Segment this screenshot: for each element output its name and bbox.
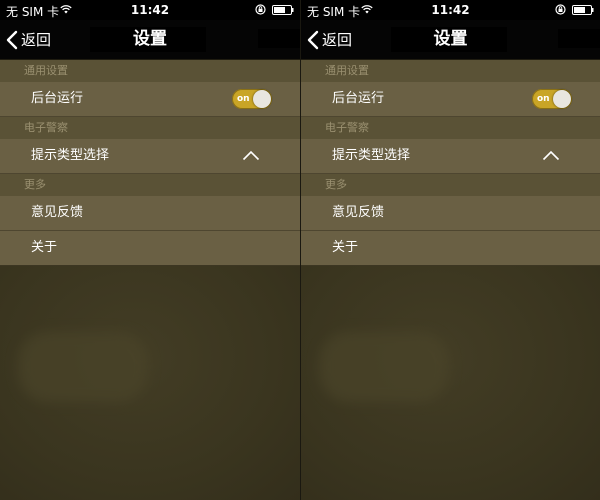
background-run-row: 后台运行 on xyxy=(301,82,600,117)
settings-list: 通用设置 后台运行 on 电子警察 提示类型选择 更多 意见反馈 关于 xyxy=(0,60,300,266)
row-label: 后台运行 xyxy=(31,91,84,106)
about-row[interactable]: 关于 xyxy=(301,231,600,266)
toggle-knob xyxy=(553,90,571,108)
lock-icon xyxy=(555,4,566,15)
section-header-general: 通用设置 xyxy=(301,60,600,82)
page-title: 设置 xyxy=(433,29,468,49)
feedback-row[interactable]: 意见反馈 xyxy=(0,196,300,231)
alert-type-row[interactable]: 提示类型选择 xyxy=(0,139,300,174)
row-label: 意见反馈 xyxy=(31,205,84,220)
phone-screen-right: 无 SIM 卡 11:42 返回 设置 通用设置 后台运行 on 电子警察 提示… xyxy=(300,0,600,500)
section-header-traffic-camera: 电子警察 xyxy=(0,117,300,139)
status-bar: 无 SIM 卡 11:42 xyxy=(0,0,300,20)
about-row[interactable]: 关于 xyxy=(0,231,300,266)
toggle-on-label: on xyxy=(537,94,550,104)
navigation-bar: 返回 设置 xyxy=(0,20,300,60)
section-header-more: 更多 xyxy=(301,174,600,196)
row-label: 关于 xyxy=(31,240,58,255)
phone-screen-left: 无 SIM 卡 11:42 返回 设置 通用设置 后台运行 on 电子警察 提示… xyxy=(0,0,300,500)
toggle-knob xyxy=(253,90,271,108)
status-bar: 无 SIM 卡 11:42 xyxy=(301,0,600,20)
background-run-toggle[interactable]: on xyxy=(232,89,272,109)
section-header-general: 通用设置 xyxy=(0,60,300,82)
row-label: 意见反馈 xyxy=(332,205,385,220)
row-label: 后台运行 xyxy=(332,91,385,106)
alert-type-row[interactable]: 提示类型选择 xyxy=(301,139,600,174)
screenshot-stage: 无 SIM 卡 11:42 返回 设置 通用设置 后台运行 on 电子警察 提示… xyxy=(0,0,600,500)
lock-icon xyxy=(255,4,266,15)
nav-right-placeholder xyxy=(558,29,600,48)
settings-list: 通用设置 后台运行 on 电子警察 提示类型选择 更多 意见反馈 关于 xyxy=(301,60,600,266)
page-title: 设置 xyxy=(133,29,167,49)
chevron-up-icon xyxy=(542,150,560,161)
battery-icon xyxy=(572,5,594,15)
background-run-row: 后台运行 on xyxy=(0,82,300,117)
section-header-more: 更多 xyxy=(0,174,300,196)
background-run-toggle[interactable]: on xyxy=(532,89,572,109)
background-decoration xyxy=(0,262,300,500)
section-header-traffic-camera: 电子警察 xyxy=(301,117,600,139)
feedback-row[interactable]: 意见反馈 xyxy=(301,196,600,231)
background-decoration xyxy=(301,262,600,500)
row-label: 提示类型选择 xyxy=(31,148,110,163)
toggle-on-label: on xyxy=(237,94,250,104)
nav-right-placeholder xyxy=(258,29,300,48)
chevron-up-icon xyxy=(242,150,260,161)
row-label: 关于 xyxy=(332,240,359,255)
row-label: 提示类型选择 xyxy=(332,148,411,163)
battery-icon xyxy=(272,5,294,15)
navigation-bar: 返回 设置 xyxy=(301,20,600,60)
